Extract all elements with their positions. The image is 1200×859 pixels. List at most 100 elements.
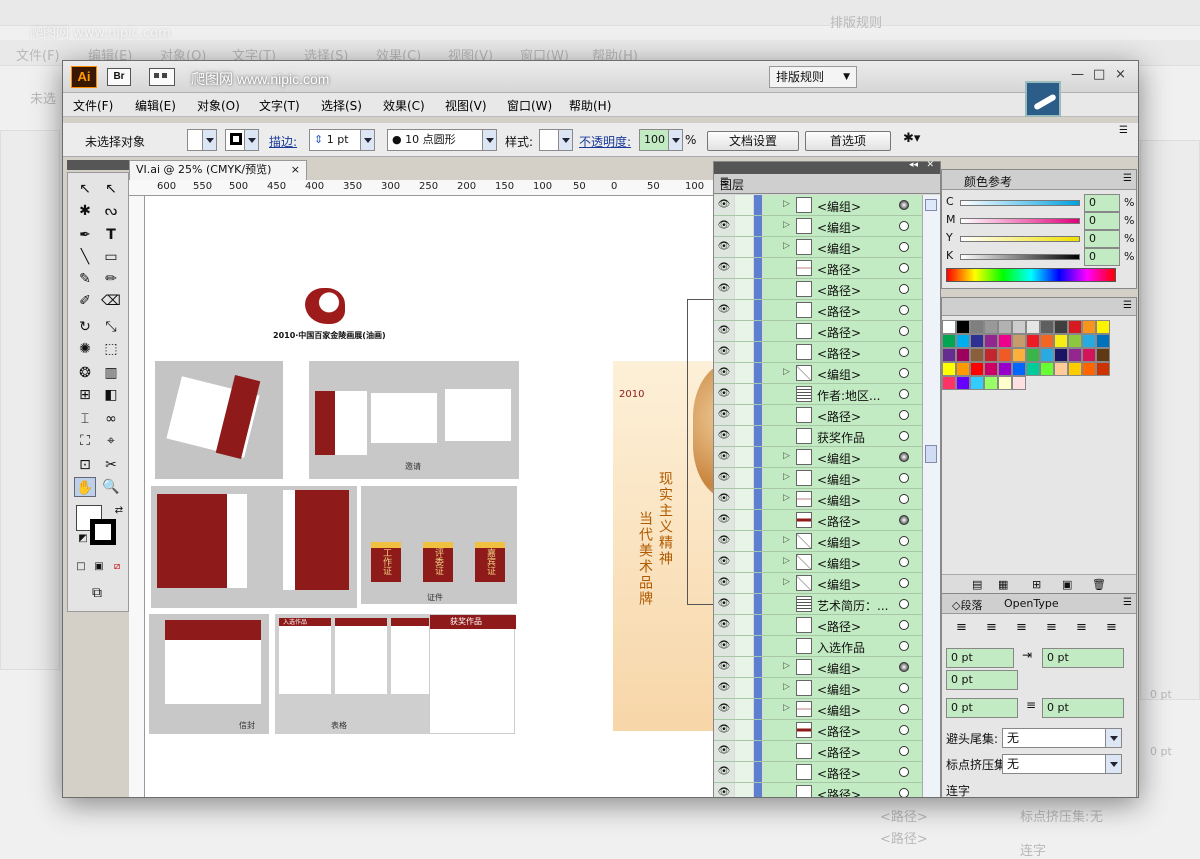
mojikumi-select[interactable]: 无 bbox=[1002, 754, 1122, 774]
color-swatch[interactable] bbox=[956, 348, 970, 362]
justify-left-icon[interactable]: ≡ bbox=[1046, 620, 1057, 635]
visibility-eye-icon[interactable]: 👁 bbox=[714, 552, 734, 572]
target-circle-icon[interactable] bbox=[899, 683, 909, 693]
layer-row[interactable]: 👁 ▷ <编组> bbox=[714, 657, 922, 678]
target-circle-icon[interactable] bbox=[899, 326, 909, 336]
close-tab-icon[interactable]: × bbox=[291, 161, 300, 179]
color-swatch[interactable] bbox=[1012, 376, 1026, 390]
layer-row[interactable]: 👁 <路径> bbox=[714, 258, 922, 279]
eyedropper-tool-icon[interactable]: ⌶ bbox=[74, 409, 96, 429]
visibility-eye-icon[interactable]: 👁 bbox=[714, 258, 734, 278]
color-swatch[interactable] bbox=[1096, 362, 1110, 376]
menu-help[interactable]: 帮助(H) bbox=[569, 97, 611, 114]
lock-toggle[interactable] bbox=[735, 720, 753, 740]
expand-triangle-icon[interactable]: ▷ bbox=[783, 661, 790, 671]
magic-wand-tool-icon[interactable]: ✱ bbox=[74, 201, 96, 221]
stroke-label[interactable]: 描边: bbox=[269, 133, 297, 150]
align-right-icon[interactable]: ≡ bbox=[1016, 620, 1027, 635]
color-swatch[interactable] bbox=[1054, 320, 1068, 334]
channel-value-input[interactable]: 0 bbox=[1084, 194, 1120, 212]
layer-row[interactable]: 👁 入选作品 bbox=[714, 636, 922, 657]
layer-row[interactable]: 👁 ▷ <编组> bbox=[714, 678, 922, 699]
target-circle-icon[interactable] bbox=[899, 494, 909, 504]
graph-tool-icon[interactable]: ▥ bbox=[100, 363, 122, 383]
justify-all-icon[interactable]: ≡ bbox=[1106, 620, 1117, 635]
type-tool-icon[interactable]: T bbox=[100, 225, 122, 245]
visibility-eye-icon[interactable]: 👁 bbox=[714, 426, 734, 446]
target-circle-icon[interactable] bbox=[899, 200, 909, 210]
workspace-switcher[interactable]: 排版规则 ▼ bbox=[769, 66, 857, 88]
tab-paragraph[interactable]: ◇段落 bbox=[952, 597, 982, 613]
panel-menu-icon[interactable]: ☰ bbox=[1123, 173, 1132, 184]
color-swatch[interactable] bbox=[1040, 334, 1054, 348]
space-after-input[interactable]: 0 pt bbox=[1042, 698, 1124, 718]
color-swatch[interactable] bbox=[1054, 362, 1068, 376]
layer-row[interactable]: 👁 ▷ <编组> bbox=[714, 552, 922, 573]
blend-tool-icon[interactable]: ∞ bbox=[100, 409, 122, 429]
expand-triangle-icon[interactable]: ▷ bbox=[783, 472, 790, 482]
expand-triangle-icon[interactable]: ▷ bbox=[783, 241, 790, 251]
left-indent-input[interactable]: 0 pt bbox=[946, 648, 1014, 668]
layer-row[interactable]: 👁 <路径> bbox=[714, 342, 922, 363]
color-swatch[interactable] bbox=[1054, 334, 1068, 348]
color-swatch[interactable] bbox=[956, 334, 970, 348]
color-swatch[interactable] bbox=[1026, 362, 1040, 376]
kinsoku-select[interactable]: 无 bbox=[1002, 728, 1122, 748]
pencil-tool-icon[interactable]: ✏ bbox=[100, 269, 122, 289]
fill-color-select[interactable] bbox=[187, 129, 217, 151]
rotate-tool-icon[interactable]: ↻ bbox=[74, 317, 96, 337]
target-circle-icon[interactable] bbox=[899, 473, 909, 483]
layer-row[interactable]: 👁 <路径> bbox=[714, 783, 922, 797]
arrange-documents-icon[interactable] bbox=[149, 68, 175, 86]
visibility-eye-icon[interactable]: 👁 bbox=[714, 405, 734, 425]
layers-tab[interactable]: 图层 ☰ bbox=[714, 174, 940, 194]
color-swatch[interactable] bbox=[970, 362, 984, 376]
collapse-icon[interactable]: ◂◂ bbox=[909, 160, 918, 170]
target-circle-icon[interactable] bbox=[899, 578, 909, 588]
lock-toggle[interactable] bbox=[735, 321, 753, 341]
expand-triangle-icon[interactable]: ▷ bbox=[783, 703, 790, 713]
lock-toggle[interactable] bbox=[735, 615, 753, 635]
stroke-weight-select[interactable]: ⇕ 1 pt bbox=[309, 129, 375, 151]
brush-select[interactable]: ● 10 点圆形 bbox=[387, 129, 497, 151]
visibility-eye-icon[interactable]: 👁 bbox=[714, 573, 734, 593]
color-swatch[interactable] bbox=[984, 362, 998, 376]
visibility-eye-icon[interactable]: 👁 bbox=[714, 384, 734, 404]
target-circle-icon[interactable] bbox=[899, 284, 909, 294]
visibility-eye-icon[interactable]: 👁 bbox=[714, 615, 734, 635]
color-swatch[interactable] bbox=[1082, 334, 1096, 348]
swatch-libraries-icon[interactable]: ▤ bbox=[972, 578, 982, 591]
lock-toggle[interactable] bbox=[735, 216, 753, 236]
layer-row[interactable]: 👁 艺术简历：... bbox=[714, 594, 922, 615]
visibility-eye-icon[interactable]: 👁 bbox=[714, 531, 734, 551]
layer-row[interactable]: 👁 ▷ <编组> bbox=[714, 573, 922, 594]
lock-toggle[interactable] bbox=[735, 405, 753, 425]
color-swatch[interactable] bbox=[970, 334, 984, 348]
scroll-thumb[interactable] bbox=[925, 445, 937, 463]
visibility-eye-icon[interactable]: 👁 bbox=[714, 762, 734, 782]
channel-value-input[interactable]: 0 bbox=[1084, 230, 1120, 248]
screen-mode-icon[interactable]: ⧉ bbox=[86, 583, 108, 603]
color-swatch[interactable] bbox=[998, 320, 1012, 334]
paintbrush-tool-icon[interactable]: ✎ bbox=[74, 269, 96, 289]
color-swatch[interactable] bbox=[1082, 362, 1096, 376]
menu-file[interactable]: 文件(F) bbox=[73, 97, 113, 114]
visibility-eye-icon[interactable]: 👁 bbox=[714, 783, 734, 797]
align-center-icon[interactable]: ≡ bbox=[986, 620, 997, 635]
color-swatch[interactable] bbox=[942, 334, 956, 348]
target-circle-icon[interactable] bbox=[899, 641, 909, 651]
lock-toggle[interactable] bbox=[735, 279, 753, 299]
menu-window[interactable]: 窗口(W) bbox=[507, 97, 552, 114]
delete-swatch-icon[interactable]: 🗑 bbox=[1092, 578, 1106, 591]
expand-triangle-icon[interactable]: ▷ bbox=[783, 535, 790, 545]
target-circle-icon[interactable] bbox=[899, 515, 909, 525]
color-swatch[interactable] bbox=[1012, 320, 1026, 334]
channel-track[interactable] bbox=[960, 236, 1080, 242]
target-circle-icon[interactable] bbox=[899, 410, 909, 420]
color-swatch[interactable] bbox=[984, 348, 998, 362]
layer-row[interactable]: 👁 ▷ <编组> bbox=[714, 531, 922, 552]
layer-row[interactable]: 👁 ▷ <编组> bbox=[714, 468, 922, 489]
visibility-eye-icon[interactable]: 👁 bbox=[714, 510, 734, 530]
layer-row[interactable]: 👁 ▷ <编组> bbox=[714, 216, 922, 237]
visibility-eye-icon[interactable]: 👁 bbox=[714, 636, 734, 656]
